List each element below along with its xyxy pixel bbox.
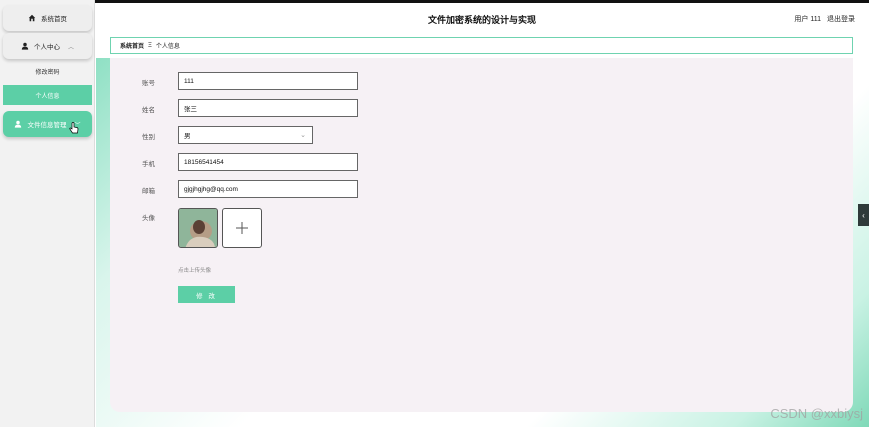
home-icon (28, 14, 36, 22)
sidebar-item-label: 文件信息管理 (27, 122, 67, 129)
breadcrumb-home[interactable]: 系统首页 (120, 41, 144, 50)
account-field[interactable]: 111 (178, 72, 358, 90)
email-label: 邮箱 (142, 188, 155, 195)
sidebar-item-label: 个人信息 (35, 93, 60, 100)
account-value: 111 (184, 77, 194, 85)
panel-toggle-button[interactable]: ‹ (858, 204, 869, 226)
watermark: CSDN @xxbiysj (770, 406, 863, 421)
name-label: 姓名 (142, 107, 155, 114)
account-label: 账号 (142, 80, 155, 87)
user-icon (15, 120, 22, 128)
plus-icon (236, 222, 248, 234)
phone-field[interactable]: 18156541454 (178, 153, 358, 171)
gender-label: 性别 (142, 134, 155, 141)
logout-link[interactable]: 退出登录 (827, 14, 855, 24)
breadcrumb-separator: Ξ (148, 42, 152, 49)
gender-value: 男 (184, 133, 191, 140)
name-field[interactable]: 张三 (178, 99, 358, 117)
user-icon (21, 42, 29, 50)
gender-select[interactable]: 男 ⌄ (178, 126, 313, 144)
sidebar-item-personal-info[interactable]: 个人信息 (3, 85, 92, 105)
sidebar-item-label: 个人中心 (33, 44, 60, 51)
sidebar-item-home[interactable]: 系统首页 (3, 5, 92, 31)
email-field[interactable]: gjgjhgjhg@qq.com (178, 180, 358, 198)
sidebar-item-change-password[interactable]: 修改密码 (3, 61, 92, 81)
phone-label: 手机 (142, 161, 155, 168)
sidebar-item-label: 系统首页 (41, 16, 67, 23)
breadcrumb: 系统首页 Ξ 个人信息 (110, 37, 853, 54)
chevron-left-icon: ‹ (862, 210, 865, 220)
email-value: gjgjhgjhg@qq.com (184, 185, 238, 193)
chevron-down-icon: ⌄ (300, 132, 306, 139)
submit-button[interactable]: 修 改 (178, 286, 235, 303)
avatar-label: 头像 (142, 215, 155, 222)
phone-value: 18156541454 (184, 158, 224, 166)
chevron-up-icon: ︿ (67, 44, 74, 51)
hand-cursor-icon (69, 122, 79, 134)
upload-avatar-button[interactable] (222, 208, 262, 248)
top-bar: 文件加密系统的设计与实现 用户 111 退出登录 (95, 0, 869, 34)
name-value: 张三 (184, 106, 197, 113)
upload-hint: 点击上传头像 (178, 268, 212, 274)
sidebar-item-label: 修改密码 (35, 69, 60, 76)
avatar (178, 208, 218, 248)
sidebar-item-personal-center[interactable]: 个人中心 ︿ (3, 33, 92, 59)
user-area: 用户 111 退出登录 (794, 14, 855, 24)
user-label: 用户 111 (794, 16, 821, 23)
page-title: 文件加密系统的设计与实现 (427, 15, 536, 25)
avatar-photo (179, 209, 217, 247)
sidebar: 系统首页 个人中心 ︿ 修改密码 个人信息 文件信息管理 ﹀ (0, 0, 95, 427)
breadcrumb-current: 个人信息 (155, 44, 180, 50)
